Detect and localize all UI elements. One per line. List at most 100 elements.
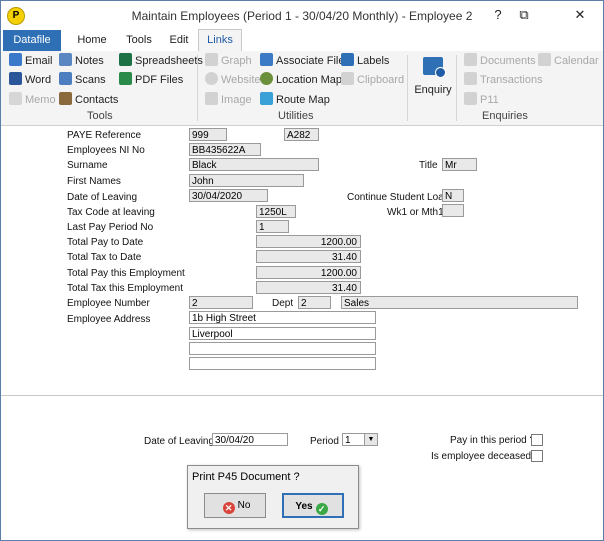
documents-label: Documents <box>480 55 536 67</box>
spreadsheets-button[interactable]: Spreadsheets <box>119 52 203 70</box>
paye-reference-field-1[interactable]: 999 <box>189 128 227 141</box>
tab-links[interactable]: Links <box>198 29 242 53</box>
contacts-button[interactable]: Contacts <box>59 91 118 109</box>
route-map-icon <box>260 92 273 105</box>
total-pay-label: Total Pay to Date <box>67 237 144 248</box>
graph-button[interactable]: Graph <box>205 52 252 70</box>
route-map-button[interactable]: Route Map <box>260 91 330 109</box>
calendar-label: Calendar <box>554 55 599 67</box>
address-line-2[interactable]: Liverpool <box>189 327 376 340</box>
clipboard-icon <box>341 72 354 85</box>
bottom-date-of-leaving-field[interactable]: 30/04/20 <box>212 433 288 446</box>
documents-icon <box>464 53 477 66</box>
ribbon-separator <box>456 55 457 121</box>
continue-student-loan-field[interactable]: N <box>442 189 464 202</box>
graph-icon <box>205 53 218 66</box>
period-label: Period <box>310 436 339 447</box>
memo-button[interactable]: Memo <box>9 91 56 109</box>
pay-in-period-label: Pay in this period ? <box>450 435 536 446</box>
clipboard-button[interactable]: Clipboard <box>341 71 404 89</box>
dept-label: Dept <box>272 298 294 309</box>
wk1-mth1-field[interactable] <box>442 204 464 217</box>
location-map-button[interactable]: Location Map <box>260 71 342 89</box>
notes-icon <box>59 53 72 66</box>
tab-tools[interactable]: Tools <box>117 30 161 51</box>
pdf-files-button[interactable]: PDF Files <box>119 71 183 89</box>
restore-button[interactable]: ⧉ <box>511 5 537 25</box>
scans-label: Scans <box>75 74 106 86</box>
labels-button[interactable]: Labels <box>341 52 389 70</box>
enquiry-button[interactable]: Enquiry <box>414 55 452 103</box>
last-pay-period-label: Last Pay Period No <box>67 222 154 233</box>
close-button[interactable]: ✕ <box>567 5 593 25</box>
total-tax-field[interactable]: 31.40 <box>256 250 361 263</box>
website-button[interactable]: Website <box>205 71 261 89</box>
associate-file-button[interactable]: Associate File <box>260 52 344 70</box>
section-divider <box>1 395 603 396</box>
ni-no-label: Employees NI No <box>67 145 145 156</box>
scans-icon <box>59 72 72 85</box>
print-p45-dialog: Print P45 Document ? ✕ No Yes ✓ <box>187 465 359 529</box>
labels-icon <box>341 53 354 66</box>
contacts-label: Contacts <box>75 94 119 106</box>
deceased-checkbox[interactable] <box>531 450 543 462</box>
transactions-icon <box>464 72 477 85</box>
documents-button[interactable]: Documents <box>464 52 536 70</box>
route-map-label: Route Map <box>276 94 330 106</box>
ni-no-field[interactable]: BB435622A <box>189 143 261 156</box>
address-line-4[interactable] <box>189 357 376 370</box>
ribbon-separator <box>407 55 408 121</box>
continue-student-loan-label: Continue Student Loan <box>347 192 450 203</box>
calendar-button[interactable]: Calendar <box>538 52 599 70</box>
surname-field[interactable]: Black <box>189 158 319 171</box>
notes-button[interactable]: Notes <box>59 52 104 70</box>
scans-button[interactable]: Scans <box>59 71 106 89</box>
employee-number-field[interactable]: 2 <box>189 296 253 309</box>
spreadsheets-label: Spreadsheets <box>135 55 203 67</box>
date-of-leaving-field[interactable]: 30/04/2020 <box>189 189 268 202</box>
p11-label: P11 <box>480 94 499 106</box>
tab-edit[interactable]: Edit <box>161 30 197 51</box>
surname-label: Surname <box>67 160 108 171</box>
last-pay-period-field[interactable]: 1 <box>256 220 289 233</box>
transactions-button[interactable]: Transactions <box>464 71 543 89</box>
website-icon <box>205 72 218 85</box>
word-icon <box>9 72 22 85</box>
paye-reference-label: PAYE Reference <box>67 130 142 141</box>
transactions-label: Transactions <box>480 74 543 86</box>
tax-code-label: Tax Code at leaving <box>67 207 155 218</box>
help-button[interactable]: ? <box>485 5 511 25</box>
tab-datafile[interactable]: Datafile <box>3 30 61 51</box>
no-label: No <box>237 500 251 511</box>
employee-address-label: Employee Address <box>67 314 151 325</box>
address-line-3[interactable] <box>189 342 376 355</box>
word-label: Word <box>25 74 52 86</box>
date-of-leaving-label: Date of Leaving <box>67 192 138 203</box>
paye-reference-field-2[interactable]: A282 <box>284 128 319 141</box>
email-label: Email <box>25 55 53 67</box>
wk1-mth1-label: Wk1 or Mth1 <box>387 207 444 218</box>
website-label: Website <box>221 74 261 86</box>
image-button[interactable]: Image <box>205 91 252 109</box>
p11-button[interactable]: P11 <box>464 91 499 109</box>
word-button[interactable]: Word <box>9 71 51 89</box>
email-button[interactable]: Email <box>9 52 53 70</box>
yes-button[interactable]: Yes ✓ <box>282 493 344 518</box>
title-field[interactable]: Mr <box>442 158 477 171</box>
pay-in-period-checkbox[interactable] <box>531 434 543 446</box>
maintain-employees-window: P Maintain Employees (Period 1 - 30/04/2… <box>0 0 604 541</box>
total-pay-employment-field[interactable]: 1200.00 <box>256 266 361 279</box>
dept-code-field[interactable]: 2 <box>298 296 331 309</box>
address-line-1[interactable]: 1b High Street <box>189 311 376 324</box>
no-button[interactable]: ✕ No <box>204 493 266 518</box>
dept-name-field[interactable]: Sales <box>341 296 578 309</box>
first-names-field[interactable]: John <box>189 174 304 187</box>
total-pay-field[interactable]: 1200.00 <box>256 235 361 248</box>
total-tax-employment-field[interactable]: 31.40 <box>256 281 361 294</box>
utilities-group-label: Utilities <box>278 110 314 122</box>
chevron-down-icon[interactable]: ▼ <box>364 434 377 445</box>
tab-home[interactable]: Home <box>67 30 117 51</box>
clipboard-label: Clipboard <box>357 74 405 86</box>
tax-code-field[interactable]: 1250L <box>256 205 296 218</box>
bottom-date-of-leaving-label: Date of Leaving <box>144 436 215 447</box>
